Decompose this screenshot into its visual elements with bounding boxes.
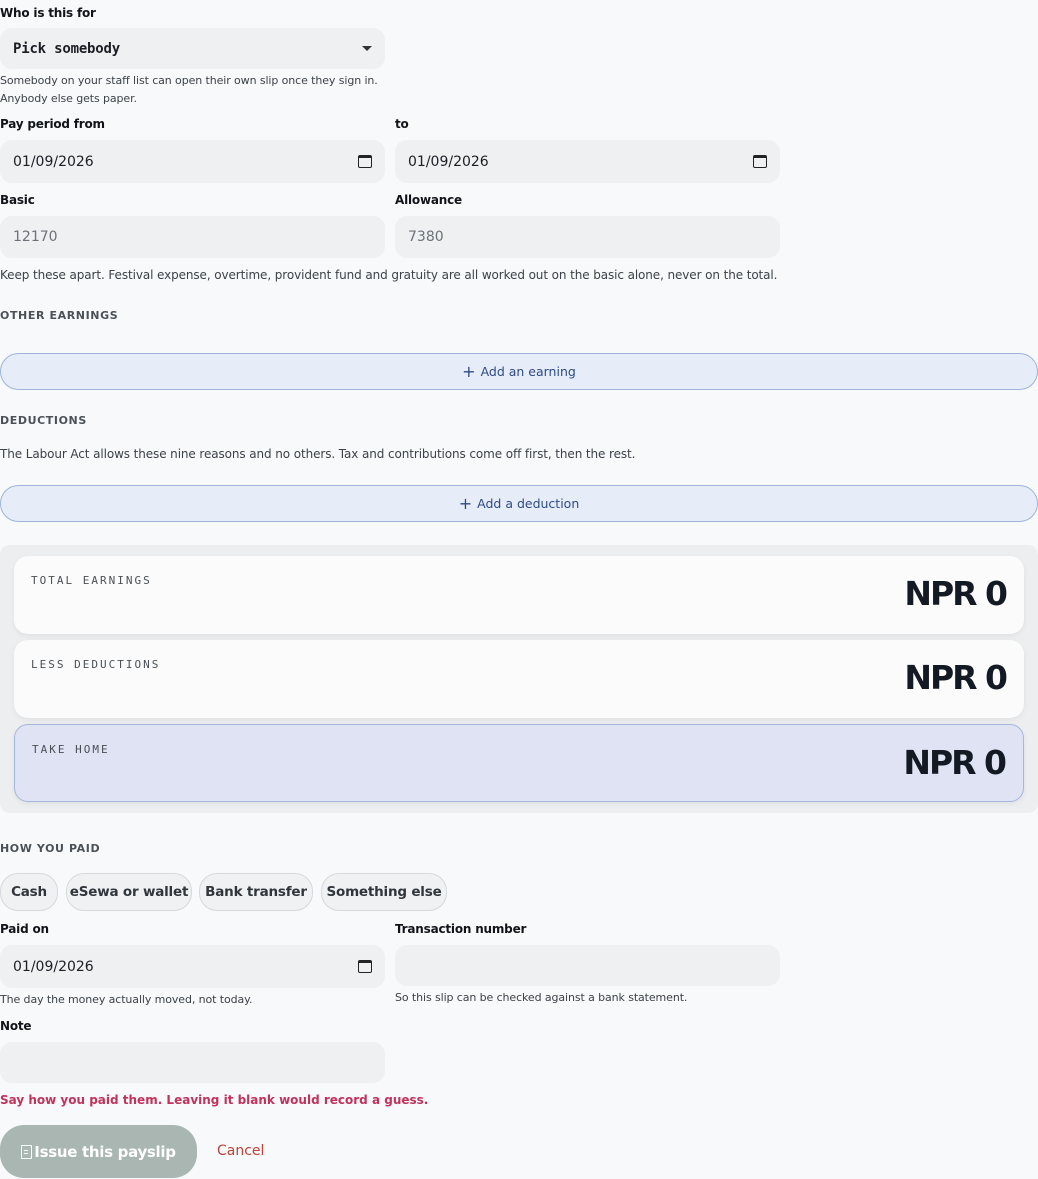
plus-icon: + xyxy=(458,493,473,513)
allowance-input[interactable]: 7380 xyxy=(395,216,780,258)
total-earnings-label: TOTAL EARNINGS xyxy=(31,574,152,587)
deductions-heading: DEDUCTIONS xyxy=(0,414,87,427)
total-earnings-card: TOTAL EARNINGS NPR 0 xyxy=(14,556,1024,634)
recipient-help-line2: Anybody else gets paper. xyxy=(0,92,137,105)
period-from-date-input[interactable]: 01/09/2026 xyxy=(0,140,385,183)
transaction-number-input[interactable] xyxy=(395,945,780,986)
chevron-down-icon xyxy=(362,46,372,51)
take-home-label: TAKE HOME xyxy=(32,743,110,756)
paid-on-label: Paid on xyxy=(0,922,49,936)
basic-placeholder: 12170 xyxy=(13,229,58,245)
note-label: Note xyxy=(0,1019,32,1033)
basic-label: Basic xyxy=(0,193,35,207)
calendar-icon[interactable] xyxy=(358,960,372,973)
calendar-icon[interactable] xyxy=(753,155,767,168)
paid-on-date-input[interactable]: 01/09/2026 xyxy=(0,945,385,988)
note-input[interactable] xyxy=(0,1042,385,1083)
allowance-label: Allowance xyxy=(395,193,462,207)
issue-payslip-button[interactable]: Issue this payslip xyxy=(0,1125,197,1178)
method-chip-esewa[interactable]: eSewa or wallet xyxy=(66,873,192,911)
add-earning-label: Add an earning xyxy=(480,364,576,379)
less-deductions-label: LESS DEDUCTIONS xyxy=(31,658,161,671)
less-deductions-value: NPR 0 xyxy=(904,658,1008,697)
recipient-select-value: Pick somebody xyxy=(13,40,120,57)
issue-payslip-label: Issue this payslip xyxy=(34,1142,176,1161)
deductions-help: The Labour Act allows these nine reasons… xyxy=(0,447,636,461)
plus-icon: + xyxy=(462,361,476,381)
method-chip-bank-transfer[interactable]: Bank transfer xyxy=(199,873,313,911)
other-earnings-heading: OTHER EARNINGS xyxy=(0,309,119,322)
pay-help: Keep these apart. Festival expense, over… xyxy=(0,268,778,282)
recipient-help-line1: Somebody on your staff list can open the… xyxy=(0,74,378,87)
calendar-icon[interactable] xyxy=(358,155,372,168)
allowance-placeholder: 7380 xyxy=(408,229,444,245)
less-deductions-card: LESS DEDUCTIONS NPR 0 xyxy=(14,640,1024,718)
document-icon xyxy=(21,1144,33,1159)
add-earning-button[interactable]: + Add an earning xyxy=(0,353,1038,390)
basic-input[interactable]: 12170 xyxy=(0,216,385,258)
paid-on-value: 01/09/2026 xyxy=(13,958,94,975)
method-chip-cash[interactable]: Cash xyxy=(0,873,58,911)
add-deduction-label: Add a deduction xyxy=(477,496,580,511)
method-chip-something-else[interactable]: Something else xyxy=(321,873,447,911)
paid-on-help: The day the money actually moved, not to… xyxy=(0,993,253,1006)
total-earnings-value: NPR 0 xyxy=(904,574,1008,613)
recipient-select[interactable]: Pick somebody xyxy=(0,28,385,69)
recipient-label: Who is this for xyxy=(0,6,96,20)
how-you-paid-heading: HOW YOU PAID xyxy=(0,842,101,855)
cancel-button[interactable]: Cancel xyxy=(217,1143,264,1159)
period-to-value: 01/09/2026 xyxy=(408,153,489,170)
period-from-label: Pay period from xyxy=(0,117,105,131)
period-from-value: 01/09/2026 xyxy=(13,153,94,170)
transaction-number-help: So this slip can be checked against a ba… xyxy=(395,991,688,1004)
take-home-card: TAKE HOME NPR 0 xyxy=(14,724,1024,802)
recipient-help: Somebody on your staff list can open the… xyxy=(0,72,378,108)
payment-error-message: Say how you paid them. Leaving it blank … xyxy=(0,1093,429,1107)
add-deduction-button[interactable]: + Add a deduction xyxy=(0,485,1038,522)
period-to-date-input[interactable]: 01/09/2026 xyxy=(395,140,780,183)
period-to-label: to xyxy=(395,117,409,131)
take-home-value: NPR 0 xyxy=(903,743,1007,782)
transaction-number-label: Transaction number xyxy=(395,922,527,936)
